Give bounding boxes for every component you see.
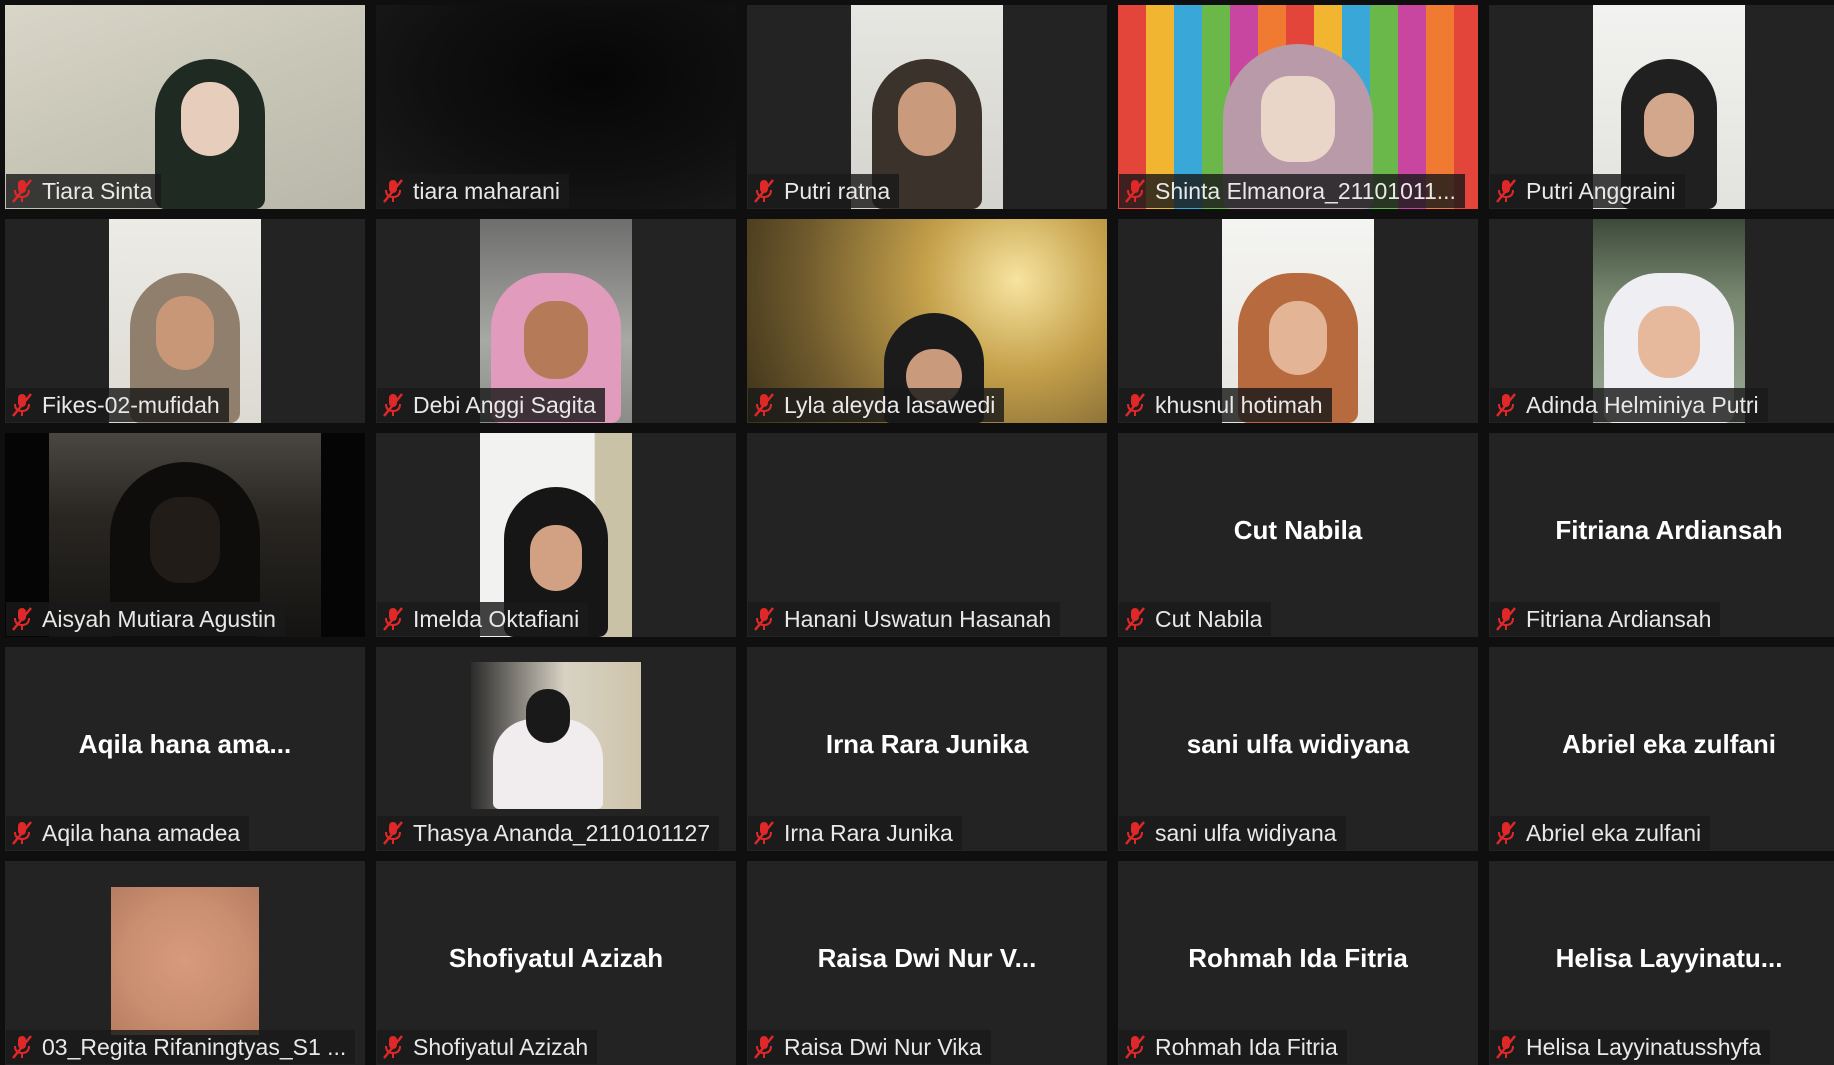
participant-tile[interactable]: Cut Nabila Cut Nabila [1118, 433, 1478, 637]
participant-name-label: Cut Nabila [1119, 602, 1272, 636]
participant-name-label: Raisa Dwi Nur Vika [748, 1030, 991, 1064]
muted-microphone-icon [754, 179, 774, 203]
participant-tile[interactable]: Adinda Helminiya Putri [1489, 219, 1834, 423]
muted-microphone-icon [383, 821, 403, 845]
participant-tile[interactable]: 03_Regita Rifaningtyas_S1 ... [5, 861, 365, 1065]
muted-microphone-icon [383, 179, 403, 203]
participant-display-name: Rohmah Ida Fitria [1188, 943, 1408, 973]
participant-name-label: Imelda Oktafiani [377, 602, 589, 636]
muted-microphone-icon [1496, 607, 1516, 631]
participant-name-label: Putri ratna [748, 174, 900, 208]
muted-microphone-icon [1496, 1035, 1516, 1059]
muted-microphone-icon [754, 393, 774, 417]
muted-microphone-icon [12, 179, 32, 203]
participant-name-label: tiara maharani [377, 174, 570, 208]
muted-microphone-icon [1125, 607, 1145, 631]
participant-name-label: Fitriana Ardiansah [1490, 602, 1721, 636]
participant-gallery: Tiara Sinta tiara maharani Putri ratna S… [5, 5, 1834, 1065]
participant-tile[interactable]: Aisyah Mutiara Agustin [5, 433, 365, 637]
participant-display-name: Raisa Dwi Nur V... [817, 943, 1037, 973]
participant-name-label: Lyla aleyda lasawedi [748, 388, 1005, 422]
participant-tile[interactable]: Helisa Layyinatu... Helisa Layyinatusshy… [1489, 861, 1834, 1065]
participant-tile[interactable]: Aqila hana ama... Aqila hana amadea [5, 647, 365, 851]
muted-microphone-icon [1496, 821, 1516, 845]
participant-display-name: Abriel eka zulfani [1562, 729, 1776, 759]
muted-microphone-icon [383, 393, 403, 417]
participant-tile[interactable]: Raisa Dwi Nur V... Raisa Dwi Nur Vika [747, 861, 1107, 1065]
participant-tile[interactable]: khusnul hotimah [1118, 219, 1478, 423]
muted-microphone-icon [12, 607, 32, 631]
participant-name-label: Shinta Elmanora_21101011... [1119, 174, 1465, 208]
participant-name-label: Thasya Ananda_2110101127 [377, 816, 720, 850]
muted-microphone-icon [1125, 821, 1145, 845]
participant-name-label: Abriel eka zulfani [1490, 816, 1711, 850]
participant-tile[interactable]: Hanani Uswatun Hasanah [747, 433, 1107, 637]
participant-video [471, 662, 641, 809]
participant-display-name: Aqila hana ama... [78, 729, 292, 759]
muted-microphone-icon [754, 1035, 774, 1059]
participant-display-name: sani ulfa widiyana [1186, 729, 1410, 759]
participant-tile[interactable]: Fikes-02-mufidah [5, 219, 365, 423]
participant-tile[interactable]: sani ulfa widiyana sani ulfa widiyana [1118, 647, 1478, 851]
participant-name-label: 03_Regita Rifaningtyas_S1 ... [6, 1030, 356, 1064]
participant-name-label: Fikes-02-mufidah [6, 388, 229, 422]
participant-tile[interactable]: tiara maharani [376, 5, 736, 209]
participant-tile[interactable]: Shinta Elmanora_21101011... [1118, 5, 1478, 209]
participant-name-label: khusnul hotimah [1119, 388, 1332, 422]
participant-tile[interactable]: Imelda Oktafiani [376, 433, 736, 637]
participant-tile[interactable]: Thasya Ananda_2110101127 [376, 647, 736, 851]
participant-name-label: Helisa Layyinatusshyfa [1490, 1030, 1771, 1064]
muted-microphone-icon [12, 393, 32, 417]
participant-name-label: sani ulfa widiyana [1119, 816, 1346, 850]
participant-tile[interactable]: Putri ratna [747, 5, 1107, 209]
muted-microphone-icon [754, 607, 774, 631]
muted-microphone-icon [754, 821, 774, 845]
muted-microphone-icon [1496, 393, 1516, 417]
muted-microphone-icon [12, 1035, 32, 1059]
muted-microphone-icon [1125, 179, 1145, 203]
participant-name-label: Rohmah Ida Fitria [1119, 1030, 1347, 1064]
participant-tile[interactable]: Rohmah Ida Fitria Rohmah Ida Fitria [1118, 861, 1478, 1065]
muted-microphone-icon [1125, 393, 1145, 417]
participant-name-label: Aqila hana amadea [6, 816, 250, 850]
participant-display-name: Cut Nabila [1233, 515, 1363, 545]
participant-display-name: Irna Rara Junika [825, 729, 1029, 759]
participant-display-name: Shofiyatul Azizah [448, 943, 664, 973]
participant-display-name: Helisa Layyinatu... [1555, 943, 1783, 973]
participant-video [111, 887, 259, 1035]
participant-name-label: Debi Anggi Sagita [377, 388, 605, 422]
participant-tile[interactable]: Fitriana Ardiansah Fitriana Ardiansah [1489, 433, 1834, 637]
participant-tile[interactable]: Abriel eka zulfani Abriel eka zulfani [1489, 647, 1834, 851]
participant-tile[interactable]: Debi Anggi Sagita [376, 219, 736, 423]
muted-microphone-icon [1125, 1035, 1145, 1059]
participant-name-label: Irna Rara Junika [748, 816, 962, 850]
participant-tile[interactable]: Shofiyatul Azizah Shofiyatul Azizah [376, 861, 736, 1065]
participant-display-name: Fitriana Ardiansah [1555, 515, 1783, 545]
muted-microphone-icon [383, 1035, 403, 1059]
participant-name-label: Hanani Uswatun Hasanah [748, 602, 1061, 636]
muted-microphone-icon [1496, 179, 1516, 203]
muted-microphone-icon [383, 607, 403, 631]
participant-name-label: Adinda Helminiya Putri [1490, 388, 1768, 422]
participant-name-label: Tiara Sinta [6, 174, 162, 208]
participant-tile[interactable]: Lyla aleyda lasawedi [747, 219, 1107, 423]
participant-tile[interactable]: Irna Rara Junika Irna Rara Junika [747, 647, 1107, 851]
participant-name-label: Shofiyatul Azizah [377, 1030, 598, 1064]
participant-name-label: Aisyah Mutiara Agustin [6, 602, 285, 636]
muted-microphone-icon [12, 821, 32, 845]
participant-name-label: Putri Anggraini [1490, 174, 1685, 208]
participant-tile[interactable]: Putri Anggraini [1489, 5, 1834, 209]
participant-tile[interactable]: Tiara Sinta [5, 5, 365, 209]
